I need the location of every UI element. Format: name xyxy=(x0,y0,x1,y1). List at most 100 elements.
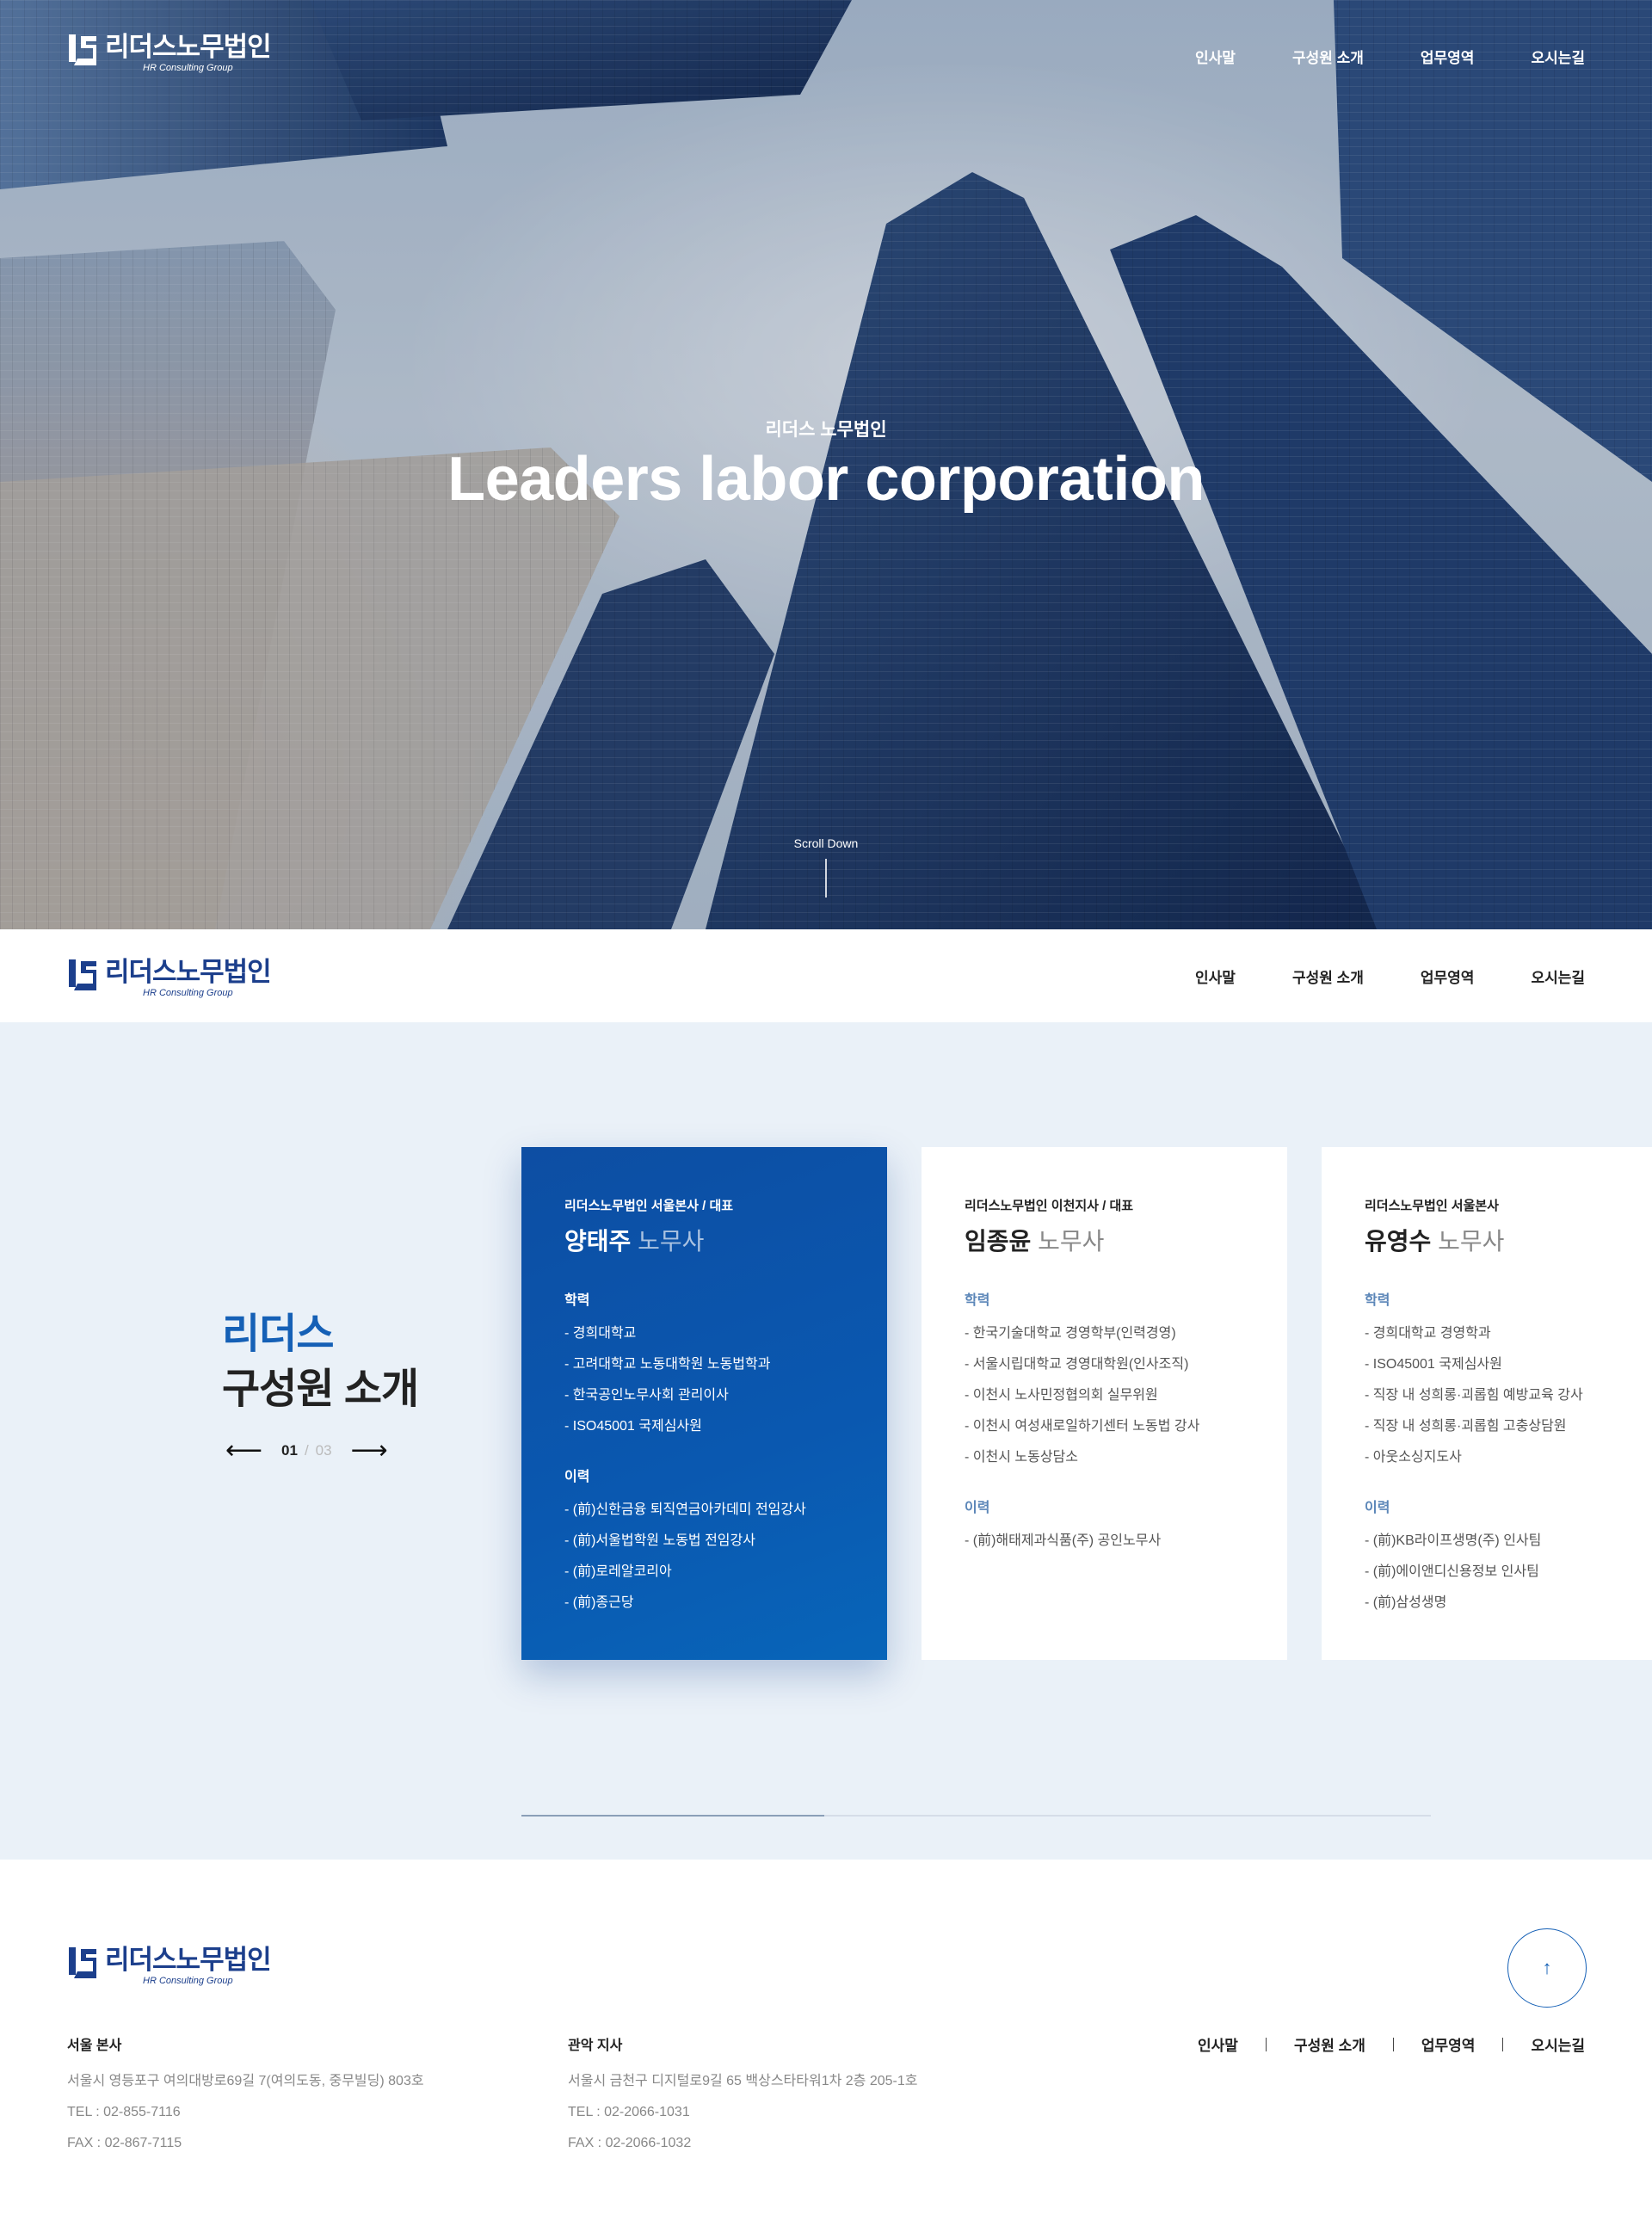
arrow-up-icon: ↑ xyxy=(1542,1957,1552,1978)
list-item: - 경희대학교 xyxy=(564,1326,637,1341)
footer-nav: 인사말 구성원 소개 업무영역 오시는길 xyxy=(1198,2033,1585,2055)
education-label: 학력 xyxy=(1365,1293,1390,1308)
divider xyxy=(1265,2037,1267,2051)
divider xyxy=(1502,2037,1504,2051)
arrow-left-icon[interactable]: ⟵ xyxy=(225,1438,262,1464)
hq-address: 서울시 영등포구 여의대방로69길 7(여의도동, 중무빌딩) 803호 xyxy=(67,2074,424,2088)
education-label: 학력 xyxy=(564,1293,590,1308)
career-label: 이력 xyxy=(965,1501,990,1515)
nav-business[interactable]: 업무영역 xyxy=(1421,46,1475,67)
member-card[interactable]: 리더스노무법인 서울본사 / 대표 양태주 노무사 학력 - 경희대학교 - 고… xyxy=(521,1147,887,1660)
main-nav: 인사말 구성원 소개 업무영역 오시는길 xyxy=(1138,46,1585,67)
member-name: 양태주 xyxy=(564,1228,632,1255)
career-list: - (前)해태제과식품(주) 공인노무사 xyxy=(965,1526,1244,1557)
pager-total: 03 xyxy=(315,1442,332,1459)
hq-label: 서울 본사 xyxy=(67,2039,122,2053)
branch-fax: FAX : 02-2066-1032 xyxy=(568,2136,692,2150)
hero-subtitle: 리더스 노무법인 xyxy=(765,420,887,440)
footer-logo[interactable]: 리더스노무법인 HR Consulting Group xyxy=(67,1945,272,1986)
education-list: - 한국기술대학교 경영학부(인력경영) - 서울시립대학교 경영대학원(인사조… xyxy=(965,1318,1244,1473)
branch-tel: TEL : 02-2066-1031 xyxy=(568,2105,690,2119)
logo-mark-icon xyxy=(69,34,96,65)
education-label: 학력 xyxy=(965,1293,990,1308)
section-title-line1: 리더스 xyxy=(222,1311,334,1357)
member-name: 임종윤 xyxy=(965,1228,1032,1255)
career-list: - (前)신한금융 퇴직연금아카데미 전임강사 - (前)서울법학원 노동법 전… xyxy=(564,1495,844,1619)
member-card[interactable]: 리더스노무법인 이천지사 / 대표 임종윤 노무사 학력 - 한국기술대학교 경… xyxy=(922,1147,1287,1660)
list-item: - (前)KB라이프생명(주) 인사팀 xyxy=(1365,1533,1542,1548)
hero-title: Leaders labor corporation xyxy=(447,445,1205,514)
logo[interactable]: 리더스노무법인 HR Consulting Group xyxy=(67,32,272,73)
logo-mark-icon xyxy=(69,959,96,990)
list-item: - (前)로레알코리아 xyxy=(564,1564,672,1579)
nav-members[interactable]: 구성원 소개 xyxy=(1292,965,1364,987)
member-name-line: 유영수 노무사 xyxy=(1365,1223,1644,1257)
members-section: 리더스 구성원 소개 ⟵ 01 / 03 ⟶ 리더스노무법인 서울본사 / 대표… xyxy=(0,1022,1652,1860)
branch-address: 서울시 금천구 디지털로9길 65 백상스타타워1차 2층 205-1호 xyxy=(568,2074,918,2088)
member-org: 리더스노무법인 서울본사 / 대표 xyxy=(564,1199,734,1213)
logo-subtitle: HR Consulting Group xyxy=(143,988,233,998)
pager-current: 01 xyxy=(281,1442,298,1459)
main-nav: 인사말 구성원 소개 업무영역 오시는길 xyxy=(1138,965,1585,987)
list-item: - 이천시 여성새로일하기센터 노동법 강사 xyxy=(965,1419,1200,1434)
arrow-right-icon[interactable]: ⟶ xyxy=(351,1438,388,1464)
divider xyxy=(1392,2037,1394,2051)
pager-separator: / xyxy=(304,1442,309,1459)
logo-name: 리더스노무법인 xyxy=(105,957,272,987)
scroll-down-label[interactable]: Scroll Down xyxy=(0,836,1652,850)
nav-directions[interactable]: 오시는길 xyxy=(1531,46,1585,67)
list-item: - (前)삼성생명 xyxy=(1365,1595,1447,1610)
list-item: - (前)신한금융 퇴직연금아카데미 전임강사 xyxy=(564,1502,806,1517)
education-list: - 경희대학교 경영학과 - ISO45001 국제심사원 - 직장 내 성희롱… xyxy=(1365,1318,1644,1473)
section-title-line2: 구성원 소개 xyxy=(222,1366,419,1412)
career-label: 이력 xyxy=(564,1470,590,1484)
slider-progress[interactable] xyxy=(521,1815,1431,1817)
list-item: - 직장 내 성희롱·괴롭힘 고충상담원 xyxy=(1365,1419,1567,1434)
career-label: 이력 xyxy=(1365,1501,1390,1515)
slider-pager: ⟵ 01 / 03 ⟶ xyxy=(225,1438,388,1464)
list-item: - 아웃소싱지도사 xyxy=(1365,1450,1462,1465)
nav-directions[interactable]: 오시는길 xyxy=(1531,965,1585,987)
nav-greeting[interactable]: 인사말 xyxy=(1195,965,1236,987)
member-title: 노무사 xyxy=(1438,1228,1505,1255)
list-item: - 고려대학교 노동대학원 노동법학과 xyxy=(564,1357,771,1372)
nav-business[interactable]: 업무영역 xyxy=(1421,965,1475,987)
list-item: - 서울시립대학교 경영대학원(인사조직) xyxy=(965,1357,1189,1372)
list-item: - (前)서울법학원 노동법 전임강사 xyxy=(564,1533,755,1548)
branch-label: 관악 지사 xyxy=(568,2039,623,2053)
logo-name: 리더스노무법인 xyxy=(105,32,272,62)
hero-navbar: 리더스노무법인 HR Consulting Group 인사말 구성원 소개 업… xyxy=(0,0,1652,108)
footer-nav-greeting[interactable]: 인사말 xyxy=(1198,2033,1238,2055)
list-item: - (前)종근당 xyxy=(564,1595,634,1610)
list-item: - 한국기술대학교 경영학부(인력경영) xyxy=(965,1326,1176,1341)
list-item: - 직장 내 성희롱·괴롭힘 예방교육 강사 xyxy=(1365,1388,1583,1403)
member-org: 리더스노무법인 서울본사 xyxy=(1365,1199,1499,1213)
list-item: - (前)해태제과식품(주) 공인노무사 xyxy=(965,1533,1162,1548)
logo-name: 리더스노무법인 xyxy=(105,1945,272,1975)
hq-tel: TEL : 02-855-7116 xyxy=(67,2105,181,2119)
footer-nav-members[interactable]: 구성원 소개 xyxy=(1294,2033,1365,2055)
logo-subtitle: HR Consulting Group xyxy=(143,1976,233,1986)
nav-members[interactable]: 구성원 소개 xyxy=(1292,46,1364,67)
footer-nav-directions[interactable]: 오시는길 xyxy=(1531,2033,1585,2055)
education-list: - 경희대학교 - 고려대학교 노동대학원 노동법학과 - 한국공인노무사회 관… xyxy=(564,1318,844,1442)
hero-section: 리더스노무법인 HR Consulting Group 인사말 구성원 소개 업… xyxy=(0,0,1652,929)
list-item: - (前)에이앤디신용정보 인사팀 xyxy=(1365,1564,1539,1579)
logo[interactable]: 리더스노무법인 HR Consulting Group xyxy=(67,957,272,998)
scroll-top-button[interactable]: ↑ xyxy=(1507,1928,1587,2008)
logo-mark-icon xyxy=(69,1947,96,1978)
list-item: - 한국공인노무사회 관리이사 xyxy=(564,1388,729,1403)
hq-fax: FAX : 02-867-7115 xyxy=(67,2136,182,2150)
footer-hq: 서울 본사 서울시 영등포구 여의대방로69길 7(여의도동, 중무빌딩) 80… xyxy=(67,2033,424,2159)
member-name-line: 임종윤 노무사 xyxy=(965,1223,1244,1257)
site-header: 리더스노무법인 HR Consulting Group 인사말 구성원 소개 업… xyxy=(0,929,1652,1022)
nav-greeting[interactable]: 인사말 xyxy=(1195,46,1236,67)
logo-subtitle: HR Consulting Group xyxy=(143,63,233,73)
list-item: - ISO45001 국제심사원 xyxy=(1365,1357,1502,1372)
member-card[interactable]: 리더스노무법인 서울본사 유영수 노무사 학력 - 경희대학교 경영학과 - I… xyxy=(1322,1147,1652,1660)
slider-progress-fill xyxy=(521,1815,824,1817)
footer-nav-business[interactable]: 업무영역 xyxy=(1421,2033,1476,2055)
list-item: - 이천시 노동상담소 xyxy=(965,1450,1078,1465)
member-title: 노무사 xyxy=(638,1228,705,1255)
member-title: 노무사 xyxy=(1038,1228,1105,1255)
